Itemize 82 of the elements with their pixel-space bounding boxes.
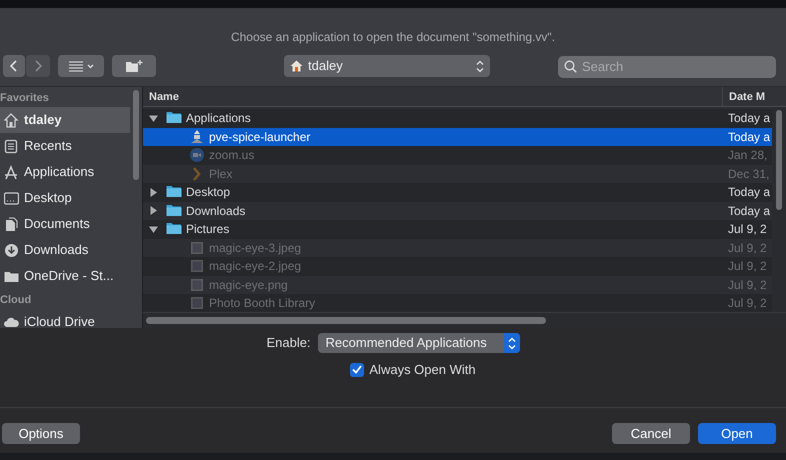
scrollbar-thumb[interactable] [776,110,782,210]
date-cell-text: Jul 9, 2 [727,221,768,238]
new-folder-icon [125,60,143,72]
sidebar-section-label: Cloud [0,294,32,306]
back-button[interactable] [3,55,25,77]
sidebar-item[interactable]: tdaley [0,107,130,133]
desktop-icon [4,190,19,206]
search-field[interactable]: Search [558,56,776,78]
date-cell-text: Jul 9, 2 [727,295,768,312]
image-icon [189,240,205,256]
checkbox[interactable] [350,362,364,377]
date-cell-text: Today a [727,128,772,146]
home-icon [290,60,303,72]
recents-icon [4,138,19,154]
disclosure-triangle-icon[interactable] [149,206,158,216]
downloads-icon [4,242,19,258]
sidebar-item[interactable]: Applications [0,159,130,185]
file-name: magic-eye-3.jpeg [209,240,302,257]
dialog-button[interactable]: Options [2,423,80,444]
file-name: pve-spice-launcher [209,128,310,146]
disclosure-triangle-icon[interactable] [149,188,158,197]
sidebar-item[interactable]: Desktop [0,185,130,211]
date-cell-text: Today a [727,184,772,202]
file-name: magic-eye-2.jpeg [209,258,302,276]
launcher-icon [189,128,205,145]
home-icon [4,112,19,128]
caret-icon [87,64,94,68]
scrollbar-thumb[interactable] [146,317,546,324]
sidebar-item[interactable]: Downloads [0,237,130,263]
file-name: zoom.us [209,147,254,164]
image-icon [189,276,205,293]
sidebar-item[interactable]: OneDrive - St... [0,263,130,289]
dialog-button[interactable]: Open [698,423,776,444]
date-cell-text: Today a [727,202,772,220]
location-popup[interactable]: tdaley [284,55,490,77]
file-row[interactable]: Applications Today a [143,109,772,128]
documents-icon [4,216,19,232]
file-name: Downloads [186,202,246,220]
checkbox-label: Always Open With [369,361,476,379]
image-icon [189,258,205,274]
file-row[interactable]: Pictures Jul 9, 2 [143,220,772,238]
list-view-icon [68,60,84,72]
folder-icon [166,202,182,219]
column-header[interactable]: Name [143,87,722,106]
up-down-icon [476,60,484,72]
new-folder-button[interactable] [112,55,156,77]
file-row[interactable]: Desktop Today a [143,183,772,202]
forward-icon [34,60,42,72]
view-options-button[interactable] [58,55,104,77]
enable-label: Enable: [266,334,311,352]
date-cell-text: Today a [727,110,772,128]
back-icon [10,60,18,72]
file-name: Desktop [186,184,230,202]
scrollbar-thumb[interactable] [133,90,139,180]
disclosure-triangle-icon[interactable] [149,224,158,234]
dialog-title: Choose an application to open the document "something.vv". [230,29,556,46]
applications-icon [4,164,19,180]
date-cell-text: Jul 9, 2 [727,258,768,276]
checkmark-icon [352,365,362,374]
video-camera-icon [189,147,205,164]
sidebar-section-label: Favorites [0,92,49,104]
sidebar-item[interactable]: Recents [0,133,130,159]
dialog-button[interactable]: Cancel [612,423,690,444]
sidebar-item[interactable]: iCloud Drive [0,309,130,328]
file-name: Photo Booth Library [209,295,316,312]
up-down-icon [508,336,516,350]
file-row[interactable]: pve-spice-launcher Today a [143,128,772,146]
date-cell-text: Dec 31, [727,166,770,183]
file-name: Applications [186,110,251,128]
date-cell-text: Jul 9, 2 [727,240,768,257]
search-icon [564,60,577,72]
column-header[interactable]: Date M [722,87,772,106]
disclosure-triangle-icon[interactable] [149,114,158,123]
sidebar-item[interactable]: Documents [0,211,130,237]
enable-popup[interactable]: Recommended Applications [318,333,520,353]
image-icon [189,295,205,312]
date-cell-text: Jan 28, [727,147,768,164]
file-name: Pictures [186,221,230,238]
file-row[interactable]: Downloads Today a [143,202,772,220]
file-name: magic-eye.png [209,276,288,294]
date-cell-text: Jul 9, 2 [727,276,768,294]
file-name: Plex [209,166,232,183]
